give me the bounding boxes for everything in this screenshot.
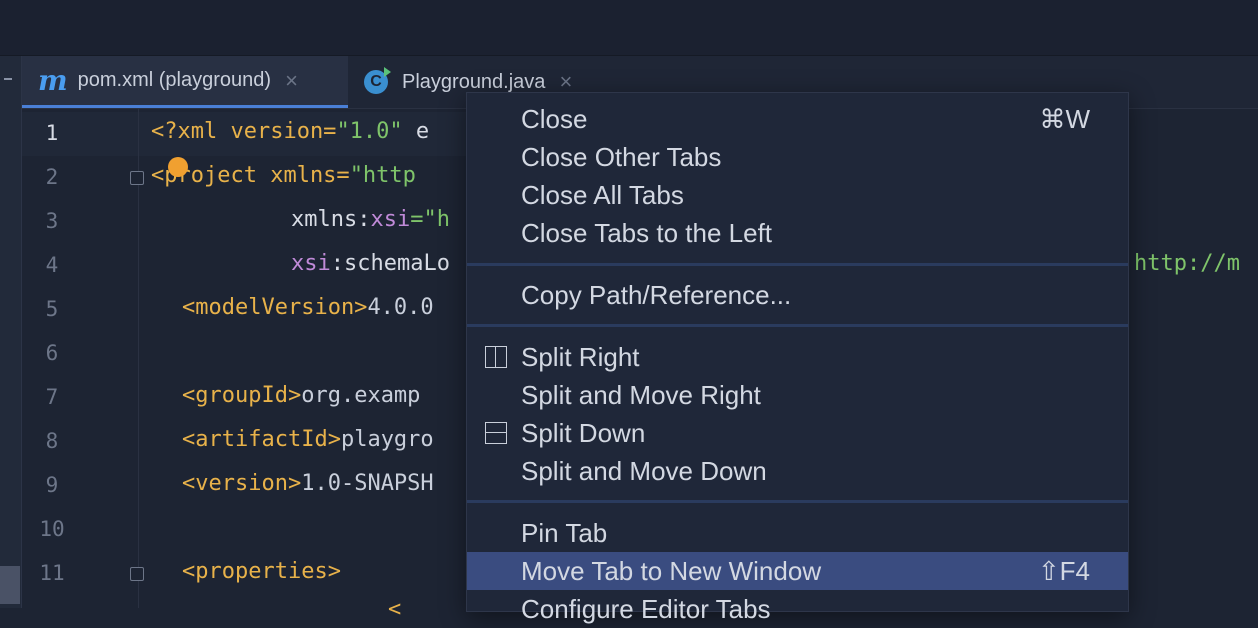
code-text: playgro	[340, 427, 434, 452]
menu-item-label: Pin Tab	[521, 518, 608, 548]
code-line-2: <project xmlns="http	[151, 163, 416, 188]
code-line-8: <artifactId>playgro	[182, 427, 434, 452]
xml-declaration: <?xml version=	[151, 119, 337, 144]
code-text: org.examp	[301, 383, 421, 408]
title-bar	[0, 0, 1258, 56]
line-number: 11	[39, 561, 65, 585]
xml-tag: <artifactId>	[182, 427, 341, 452]
code-line-5: <modelVersion>4.0.0	[182, 295, 434, 320]
xml-tag: <properties>	[182, 559, 341, 584]
xml-tag: <groupId>	[182, 383, 302, 408]
menu-item-label: Configure Editor Tabs	[521, 594, 771, 624]
shortcut-label: ⇧F4	[1037, 556, 1090, 586]
line-number: 7	[45, 385, 59, 409]
menu-item-label: Close	[521, 104, 588, 134]
collapse-icon[interactable]	[4, 78, 12, 80]
attr-value: ="h	[410, 207, 450, 232]
menu-item-label: Close All Tabs	[521, 180, 684, 210]
tab-label: pom.xml (playground)	[77, 69, 272, 91]
fold-marker-icon[interactable]	[130, 171, 144, 185]
shortcut-label: ⌘W	[1039, 104, 1090, 134]
code-line-7: <groupId>org.examp	[182, 383, 420, 408]
intention-bulb-icon[interactable]	[168, 157, 188, 177]
attr-name: :schemaLo	[330, 251, 450, 276]
line-number: 2	[45, 165, 59, 189]
menu-item-split-right[interactable]: Split Right	[467, 338, 1128, 376]
line-number: 1	[45, 121, 59, 145]
xml-tag: <version>	[182, 471, 302, 496]
line-number: 3	[45, 209, 59, 233]
maven-icon: m	[38, 64, 68, 97]
attr-value: "http	[349, 163, 416, 188]
line-number: 6	[45, 341, 59, 365]
line-number: 5	[45, 297, 59, 321]
xml-tag: <	[388, 597, 402, 622]
menu-item-label: Move Tab to New Window	[521, 556, 822, 586]
code-line-12: <	[388, 597, 401, 622]
menu-item-close[interactable]: Close ⌘W	[467, 100, 1128, 138]
menu-item-label: Split Right	[521, 342, 640, 372]
split-horizontal-icon	[485, 422, 507, 444]
menu-item-configure-editor-tabs[interactable]: Configure Editor Tabs	[467, 590, 1128, 628]
menu-item-label: Split Down	[521, 418, 646, 448]
code-line-11: <properties>	[182, 559, 341, 584]
line-number-gutter: 1 2 3 4 5 6 7 8 9 10 11	[22, 109, 139, 608]
code-text: 4.0.0	[367, 295, 434, 320]
menu-item-split-move-down[interactable]: Split and Move Down	[467, 452, 1128, 490]
split-vertical-icon	[485, 346, 507, 368]
line-number: 9	[45, 473, 59, 497]
code-line-3: xmlns:xsi="h	[291, 207, 450, 232]
line-number: 10	[39, 517, 65, 541]
close-tab-icon[interactable]: ×	[285, 68, 298, 94]
code-line-4-overflow: http://m	[1134, 251, 1240, 276]
menu-item-label: Close Tabs to the Left	[521, 218, 773, 248]
java-class-icon: C	[364, 67, 391, 94]
menu-separator	[467, 500, 1128, 503]
menu-item-pin-tab[interactable]: Pin Tab	[467, 514, 1128, 552]
code-line-9: <version>1.0-SNAPSH	[182, 471, 434, 496]
menu-separator	[467, 263, 1128, 266]
code-text: 1.0-SNAPSH	[301, 471, 434, 496]
xml-tag: <modelVersion>	[182, 295, 368, 320]
tab-label: Playground.java	[402, 70, 546, 93]
menu-item-move-tab-new-window[interactable]: Move Tab to New Window ⇧F4	[467, 552, 1128, 590]
menu-item-label: Split and Move Right	[521, 380, 761, 410]
menu-item-close-tabs-left[interactable]: Close Tabs to the Left	[467, 214, 1128, 252]
namespace: xsi	[370, 207, 411, 232]
line-number: 4	[45, 253, 59, 277]
tab-context-menu: Close ⌘W Close Other Tabs Close All Tabs …	[466, 92, 1129, 624]
menu-item-close-all-tabs[interactable]: Close All Tabs	[467, 176, 1128, 214]
tool-window-strip	[0, 56, 22, 608]
menu-item-split-down[interactable]: Split Down	[467, 414, 1128, 452]
menu-item-split-move-right[interactable]: Split and Move Right	[467, 376, 1128, 414]
menu-item-close-other-tabs[interactable]: Close Other Tabs	[467, 138, 1128, 176]
code-line-4: xsi:schemaLo	[291, 251, 450, 276]
fold-marker-icon[interactable]	[130, 567, 144, 581]
menu-item-label: Copy Path/Reference...	[521, 280, 792, 310]
attr-value: "1.0"	[336, 119, 403, 144]
tab-pom-xml[interactable]: m pom.xml (playground) ×	[22, 56, 348, 108]
code-text: e	[402, 119, 430, 144]
line-number: 8	[45, 429, 59, 453]
menu-item-label: Close Other Tabs	[521, 142, 722, 172]
scrollbar-thumb[interactable]	[0, 566, 20, 604]
menu-item-label: Split and Move Down	[521, 456, 767, 486]
code-line-1: <?xml version="1.0" e	[151, 119, 429, 144]
attr-name: xmlns:	[291, 207, 371, 232]
menu-item-copy-path[interactable]: Copy Path/Reference...	[467, 276, 1128, 314]
menu-separator	[467, 324, 1128, 327]
namespace: xsi	[291, 251, 331, 276]
